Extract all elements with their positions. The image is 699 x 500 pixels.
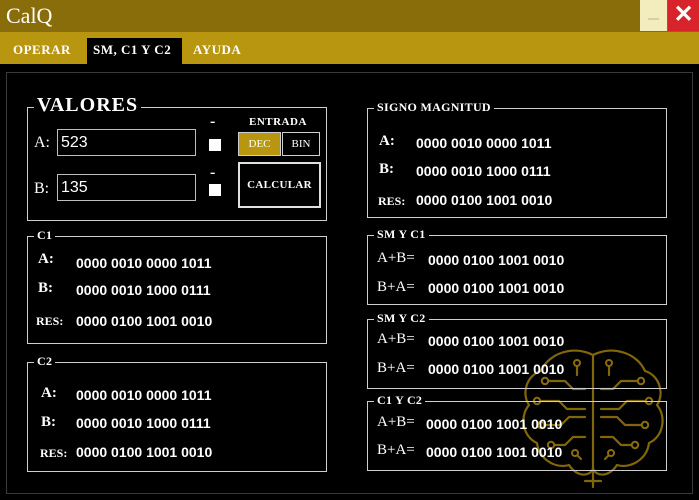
input-b-label: B: (34, 180, 50, 197)
neg-b-checkbox[interactable] (209, 184, 221, 196)
input-b-field[interactable]: 135 (57, 174, 196, 201)
neg-a-label: - (210, 113, 216, 130)
c1-a-label: A: (38, 251, 54, 267)
c2-a-value: 0000 0010 0000 1011 (76, 387, 212, 403)
tab-sm-c1-c2[interactable]: SM, C1 Y C2 (87, 38, 182, 64)
c2-a-label: A: (41, 385, 57, 401)
close-button[interactable]: ✕ (668, 0, 699, 31)
c1-title: C1 (34, 228, 56, 243)
sm-c2-bpa-label: B+A= (377, 360, 415, 376)
c1-c2-apb-label: A+B= (377, 414, 415, 430)
tab-operar[interactable]: OPERAR (7, 40, 77, 64)
sm-y-c1-panel: SM Y C1 A+B= 0000 0100 1001 0010 B+A= 00… (367, 227, 667, 305)
c2-res-label: RES: (40, 446, 68, 460)
valores-panel: VALORES A: 523 - B: 135 - ENTRADA DEC BI… (27, 94, 327, 221)
sm-y-c2-panel: SM Y C2 A+B= 0000 0100 1001 0010 B+A= 00… (367, 311, 667, 389)
title-bar: CalQ ✕ (0, 0, 699, 32)
neg-b-label: - (210, 164, 216, 181)
sm-c1-bpa-label: B+A= (377, 279, 415, 295)
calcular-button[interactable]: CALCULAR (238, 162, 321, 208)
c1-c2-bpa-value: 0000 0100 1001 0010 (426, 444, 563, 460)
bin-toggle[interactable]: BIN (282, 132, 320, 156)
sm-b-value: 0000 0010 1000 0111 (416, 163, 551, 179)
window-title: CalQ (6, 3, 53, 28)
sm-c2-apb-value: 0000 0100 1001 0010 (428, 333, 565, 349)
c1-b-value: 0000 0010 1000 0111 (76, 282, 211, 298)
c2-panel: C2 A: 0000 0010 0000 1011 B: 0000 0010 1… (27, 354, 327, 472)
c1-a-value: 0000 0010 0000 1011 (76, 255, 212, 271)
c1-y-c2-title: C1 Y C2 (374, 393, 426, 408)
minimize-button[interactable] (640, 0, 667, 31)
sm-c2-bpa-value: 0000 0100 1001 0010 (428, 361, 565, 377)
sm-res-label: RES: (378, 194, 406, 208)
valores-title: VALORES (34, 94, 142, 117)
c1-c2-apb-value: 0000 0100 1001 0010 (426, 416, 563, 432)
sm-y-c1-title: SM Y C1 (374, 227, 429, 242)
c2-title: C2 (34, 354, 56, 369)
c1-panel: C1 A: 0000 0010 0000 1011 B: 0000 0010 1… (27, 228, 327, 344)
c2-b-value: 0000 0010 1000 0111 (76, 415, 211, 431)
sm-a-value: 0000 0010 0000 1011 (416, 135, 552, 151)
sm-a-label: A: (379, 133, 395, 149)
main-content: VALORES A: 523 - B: 135 - ENTRADA DEC BI… (6, 72, 693, 494)
c2-b-label: B: (41, 414, 56, 430)
close-icon: ✕ (673, 1, 694, 28)
entrada-label: ENTRADA (249, 116, 307, 128)
input-a-field[interactable]: 523 (57, 129, 196, 156)
sm-res-value: 0000 0100 1001 0010 (416, 192, 553, 208)
c1-y-c2-panel: C1 Y C2 A+B= 0000 0100 1001 0010 B+A= 00… (367, 393, 667, 471)
sm-c1-bpa-value: 0000 0100 1001 0010 (428, 280, 565, 296)
signo-magnitud-panel: SIGNO MAGNITUD A: 0000 0010 0000 1011 B:… (367, 100, 667, 218)
c1-c2-bpa-label: B+A= (377, 442, 415, 458)
input-a-label: A: (34, 134, 50, 151)
sm-y-c2-title: SM Y C2 (374, 311, 429, 326)
dec-toggle[interactable]: DEC (238, 132, 281, 156)
c2-res-value: 0000 0100 1001 0010 (76, 444, 213, 460)
sm-c1-apb-label: A+B= (377, 250, 415, 266)
tab-bar: OPERAR SM, C1 Y C2 AYUDA (0, 32, 699, 64)
sm-c2-apb-label: A+B= (377, 331, 415, 347)
c1-res-value: 0000 0100 1001 0010 (76, 313, 213, 329)
c1-res-label: RES: (36, 314, 64, 328)
sm-b-label: B: (379, 161, 394, 177)
tab-ayuda[interactable]: AYUDA (187, 40, 247, 64)
c1-b-label: B: (38, 280, 53, 296)
minimize-icon (648, 18, 659, 20)
neg-a-checkbox[interactable] (209, 139, 221, 151)
sm-c1-apb-value: 0000 0100 1001 0010 (428, 252, 565, 268)
signo-magnitud-title: SIGNO MAGNITUD (374, 100, 494, 115)
